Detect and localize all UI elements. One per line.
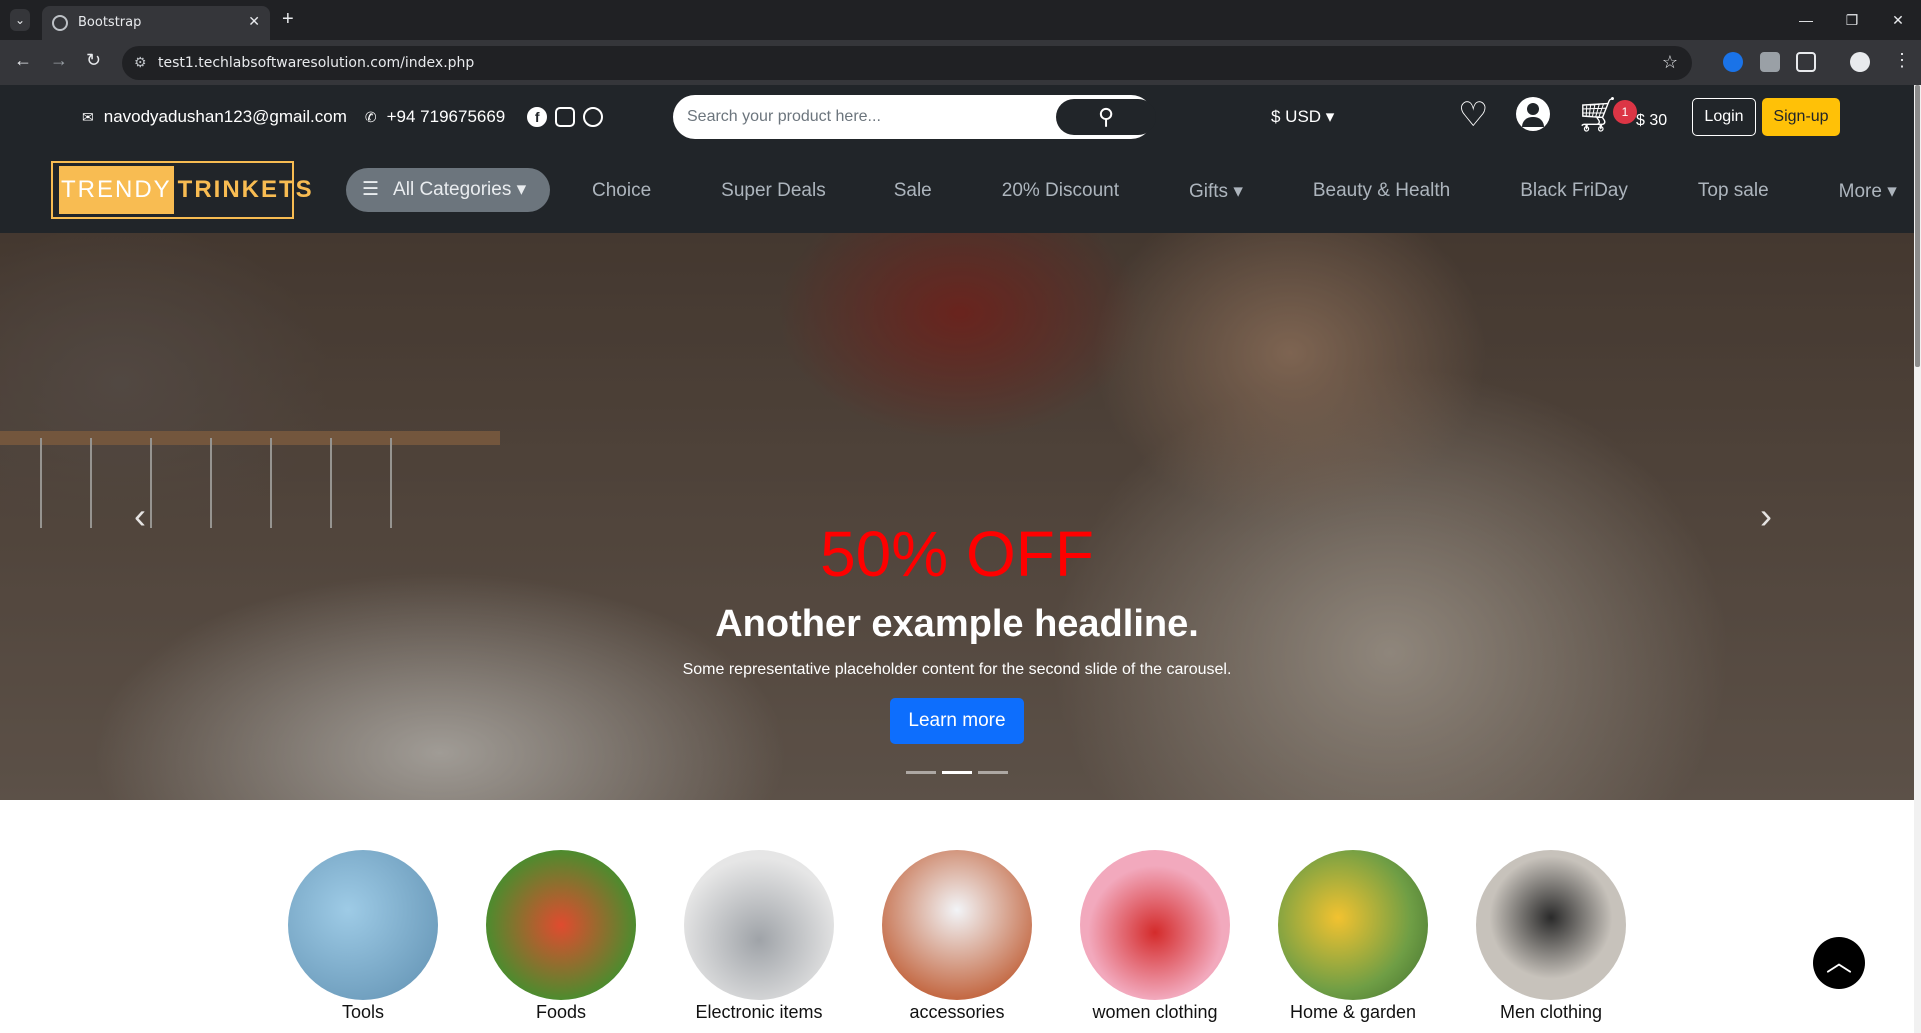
browser-tab[interactable]: Bootstrap ✕	[42, 6, 270, 40]
browser-toolbar: ← → ↻ ⚙ test1.techlabsoftwaresolution.co…	[0, 40, 1921, 85]
cart-count-badge: 1	[1613, 100, 1637, 124]
category-item-home-garden[interactable]: Home & garden	[1278, 850, 1428, 1023]
all-categories-label: All Categories	[393, 179, 512, 200]
reload-icon[interactable]: ↻	[86, 50, 101, 71]
extensions-icon[interactable]	[1796, 52, 1816, 72]
all-categories-button[interactable]: ☰ All Categories ▾	[346, 168, 550, 212]
heart-icon[interactable]: ♡	[1458, 95, 1488, 135]
category-image-foods	[486, 850, 636, 1000]
email-text[interactable]: navodyadushan123@gmail.com	[104, 107, 347, 127]
category-label: Home & garden	[1289, 1002, 1417, 1022]
minimize-icon[interactable]: —	[1783, 0, 1829, 40]
phone-icon: ✆	[364, 108, 377, 125]
close-window-icon[interactable]: ✕	[1875, 0, 1921, 40]
category-label: accessories	[909, 1002, 1005, 1022]
contact-info: ✉ navodyadushan123@gmail.com ✆ +94 71967…	[82, 107, 611, 127]
search-icon: ⚲	[1097, 104, 1115, 129]
instagram-icon[interactable]	[555, 107, 576, 127]
carousel-indicator-2[interactable]	[942, 771, 972, 774]
category-image-women-clothing	[1080, 850, 1230, 1000]
search-input[interactable]	[687, 102, 1027, 132]
scrollbar-thumb[interactable]	[1915, 85, 1920, 367]
category-item-women-clothing[interactable]: women clothing	[1080, 850, 1230, 1023]
extension-icon[interactable]	[1723, 52, 1743, 72]
signup-button[interactable]: Sign-up	[1762, 98, 1840, 136]
page-scrollbar[interactable]	[1914, 85, 1921, 1033]
carousel-indicator-3[interactable]	[978, 771, 1008, 774]
hero-headline: Another example headline.	[715, 603, 1199, 645]
carousel-indicator-1[interactable]	[906, 771, 936, 774]
forward-icon[interactable]: →	[50, 50, 68, 71]
hero-carousel: ‹ › 50% OFF Another example headline. So…	[0, 233, 1914, 800]
hamburger-icon: ☰	[362, 179, 380, 200]
back-icon[interactable]: ←	[14, 50, 32, 71]
nav-item-sale[interactable]: Sale	[894, 180, 932, 203]
cart-total: $ 30	[1636, 112, 1668, 129]
category-label: Men clothing	[1499, 1002, 1603, 1022]
learn-more-button[interactable]: Learn more	[890, 698, 1024, 744]
logo-text-trendy: TRENDY	[59, 166, 174, 214]
globe-icon	[52, 15, 68, 31]
category-item-accessories[interactable]: accessories	[882, 850, 1032, 1023]
nav-item-beauty-health[interactable]: Beauty & Health	[1313, 180, 1450, 203]
logo-text-trinkets: TRINKETS	[177, 176, 314, 203]
nav-item-gifts: Gifts ▾	[1188, 181, 1243, 202]
search-button[interactable]: ⚲	[1056, 99, 1156, 135]
url-text[interactable]: test1.techlabsoftwaresolution.com/index.…	[158, 55, 474, 71]
search-bar: ⚲	[673, 95, 1156, 139]
nav-item-choice[interactable]: Choice	[592, 180, 651, 203]
plus-icon[interactable]: +	[282, 8, 294, 31]
site-logo[interactable]: TRENDY TRINKETS	[51, 161, 312, 219]
user-account-icon[interactable]	[1516, 97, 1550, 131]
category-label: Tools	[341, 1002, 385, 1022]
nav-item-more[interactable]: More ▾	[1839, 180, 1897, 203]
category-item-tools[interactable]: Tools	[288, 850, 438, 1023]
currency-dropdown[interactable]: $ USD ▾	[1271, 107, 1334, 127]
camera-extension-icon[interactable]	[1760, 52, 1780, 72]
nav-item-black-friday[interactable]: Black FriDay	[1520, 180, 1628, 203]
envelope-icon: ✉	[82, 108, 94, 125]
carousel-indicators	[906, 771, 1014, 774]
phone-text[interactable]: +94 719675669	[387, 107, 506, 127]
facebook-icon[interactable]: f	[527, 107, 548, 127]
restore-icon[interactable]: ❐	[1829, 0, 1875, 40]
kebab-icon[interactable]: ⋮	[1893, 50, 1911, 71]
category-item-electronic-items[interactable]: Electronic items	[684, 850, 834, 1023]
tab-search-icon[interactable]: ⌄	[10, 9, 30, 31]
site-info-icon[interactable]: ⚙	[134, 54, 147, 71]
nav-item-top-sale[interactable]: Top sale	[1698, 180, 1769, 203]
category-image-accessories	[882, 850, 1032, 1000]
profile-icon[interactable]	[1850, 52, 1870, 72]
category-image-home-garden	[1278, 850, 1428, 1000]
category-list: Tools Foods Electronic items accessories…	[0, 800, 1914, 1033]
category-image-tools	[288, 850, 438, 1000]
login-button[interactable]: Login	[1692, 98, 1756, 136]
category-label: Electronic items	[695, 1002, 823, 1022]
category-item-foods[interactable]: Foods	[486, 850, 636, 1023]
nav-item-super-deals[interactable]: Super Deals	[721, 180, 826, 203]
star-icon[interactable]: ☆	[1662, 52, 1678, 73]
nav-item-more-label: More	[1838, 181, 1882, 202]
window-controls: — ❐ ✕	[1783, 0, 1921, 40]
whatsapp-icon[interactable]	[583, 107, 604, 127]
hero-subtext: Some representative placeholder content …	[682, 661, 1232, 678]
tab-title: Bootstrap	[78, 15, 142, 30]
main-nav: Choice Super Deals Sale 20% Discount Gif…	[592, 180, 1897, 203]
hero-discount-text: 50% OFF	[820, 518, 1094, 590]
currency-label: $ USD	[1271, 107, 1322, 126]
back-to-top-button[interactable]: ︿	[1813, 937, 1865, 989]
chevron-up-icon: ︿	[1825, 947, 1852, 977]
browser-tab-strip: ⌄ Bootstrap ✕ + — ❐ ✕	[0, 0, 1921, 40]
category-image-electronic-items	[684, 850, 834, 1000]
nav-item-20-discount[interactable]: 20% Discount	[1002, 180, 1119, 203]
category-image-men-clothing	[1476, 850, 1626, 1000]
nav-item-gifts-label: Gifts	[1188, 181, 1229, 202]
category-label: women clothing	[1092, 1002, 1218, 1022]
category-item-men-clothing[interactable]: Men clothing	[1476, 850, 1626, 1023]
category-label: Foods	[535, 1002, 587, 1022]
address-bar[interactable]: ⚙ test1.techlabsoftwaresolution.com/inde…	[122, 46, 1692, 80]
close-icon[interactable]: ✕	[248, 13, 260, 30]
